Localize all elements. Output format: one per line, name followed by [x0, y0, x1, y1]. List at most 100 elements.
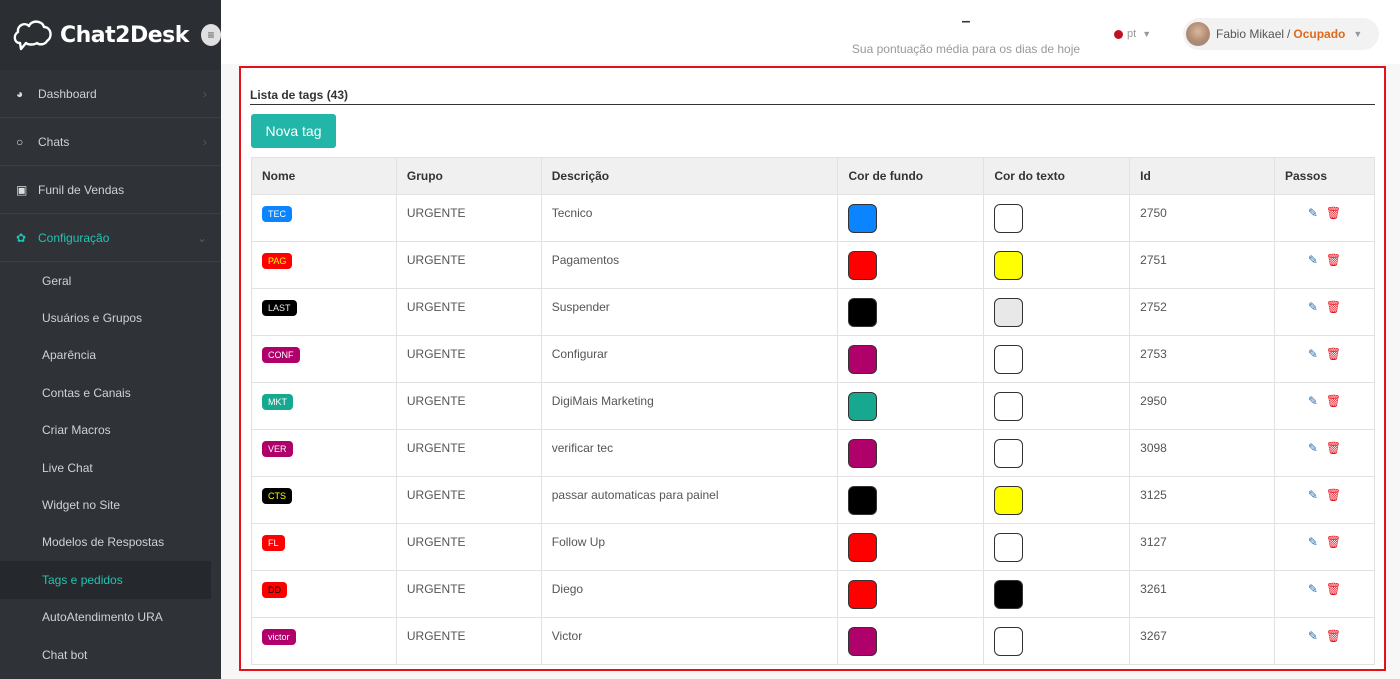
- trash-delete-icon[interactable]: 🗑: [1326, 206, 1341, 220]
- tag-badge[interactable]: FL: [262, 535, 285, 551]
- text-color-swatch[interactable]: [994, 580, 1024, 609]
- tag-name-cell: DD: [251, 570, 397, 618]
- nav-configuracao[interactable]: ✿ Configuração ⌄: [0, 214, 221, 262]
- pencil-edit-icon[interactable]: ✎: [1308, 394, 1318, 408]
- background-color-swatch[interactable]: [848, 580, 878, 609]
- pencil-edit-icon[interactable]: ✎: [1308, 347, 1318, 361]
- user-name: Fabio Mikael: [1216, 27, 1285, 41]
- tag-name-cell: TEC: [251, 194, 397, 242]
- sub-item-live-chat[interactable]: Live Chat: [0, 449, 221, 486]
- tag-badge[interactable]: DD: [262, 582, 287, 598]
- text-color-swatch[interactable]: [994, 533, 1024, 562]
- sub-item-modelos-de-respostas[interactable]: Modelos de Respostas: [0, 524, 221, 561]
- id-cell: 3261: [1129, 570, 1275, 618]
- background-color-swatch[interactable]: [848, 486, 878, 515]
- text-color-swatch[interactable]: [994, 392, 1024, 421]
- trash-delete-icon[interactable]: 🗑: [1326, 629, 1341, 643]
- brand[interactable]: Chat2Desk ≡: [0, 0, 221, 70]
- pencil-edit-icon[interactable]: ✎: [1308, 488, 1318, 502]
- description-cell: Diego: [540, 570, 839, 618]
- trash-delete-icon[interactable]: 🗑: [1326, 394, 1341, 408]
- text-color-swatch[interactable]: [994, 486, 1024, 515]
- id-cell: 2752: [1129, 288, 1275, 336]
- text-color-swatch[interactable]: [994, 345, 1024, 374]
- text-color-swatch[interactable]: [994, 627, 1024, 656]
- new-tag-button[interactable]: Nova tag: [251, 114, 336, 148]
- trash-delete-icon[interactable]: 🗑: [1326, 582, 1341, 596]
- tag-badge[interactable]: CTS: [262, 488, 292, 504]
- pencil-edit-icon[interactable]: ✎: [1308, 535, 1318, 549]
- column-header[interactable]: Cor do texto: [983, 157, 1131, 195]
- text-color-swatch[interactable]: [994, 298, 1024, 327]
- column-header[interactable]: Grupo: [395, 157, 542, 195]
- pencil-edit-icon[interactable]: ✎: [1308, 441, 1318, 455]
- sub-item-aparencia[interactable]: Aparência: [0, 337, 221, 374]
- sub-item-contas-e-canais[interactable]: Contas e Canais: [0, 374, 221, 411]
- tag-badge[interactable]: victor: [262, 629, 296, 645]
- menu-toggle-icon[interactable]: ≡: [200, 24, 221, 46]
- nav-chats[interactable]: ○ Chats ›: [0, 118, 221, 166]
- sub-item-tags-e-pedidos[interactable]: Tags e pedidos: [0, 561, 211, 599]
- text-color-swatch[interactable]: [994, 439, 1024, 468]
- pencil-edit-icon[interactable]: ✎: [1308, 300, 1318, 314]
- user-menu[interactable]: Fabio Mikael / Ocupado ▼: [1183, 18, 1379, 50]
- group-cell: URGENTE: [395, 617, 542, 665]
- tag-badge[interactable]: LAST: [262, 300, 297, 316]
- background-color-swatch[interactable]: [848, 345, 878, 374]
- tag-name-cell: CONF: [251, 335, 397, 383]
- trash-delete-icon[interactable]: 🗑: [1326, 253, 1341, 267]
- trash-delete-icon[interactable]: 🗑: [1326, 535, 1341, 549]
- sub-item-widget-no-site[interactable]: Widget no Site: [0, 486, 221, 523]
- background-color-swatch[interactable]: [848, 251, 878, 280]
- caret-down-icon: ▼: [1353, 29, 1363, 39]
- tag-badge[interactable]: MKT: [262, 394, 293, 410]
- trash-delete-icon[interactable]: 🗑: [1326, 488, 1341, 502]
- background-color-swatch[interactable]: [848, 627, 878, 656]
- tag-badge[interactable]: CONF: [262, 347, 300, 363]
- group-cell: URGENTE: [395, 476, 542, 524]
- nav-funil-de-vendas[interactable]: ▣ Funil de Vendas: [0, 166, 221, 214]
- text-color-cell: [983, 382, 1131, 430]
- tag-badge[interactable]: TEC: [262, 206, 292, 222]
- trash-delete-icon[interactable]: 🗑: [1326, 441, 1341, 455]
- text-color-cell: [983, 241, 1131, 289]
- description-cell: DigiMais Marketing: [540, 382, 839, 430]
- table-row: PAG URGENTE Pagamentos 2751 ✎ 🗑: [251, 241, 1375, 289]
- tag-name-cell: MKT: [251, 382, 397, 430]
- pencil-edit-icon[interactable]: ✎: [1308, 582, 1318, 596]
- trash-delete-icon[interactable]: 🗑: [1326, 347, 1341, 361]
- nav-dashboard[interactable]: ◕ Dashboard ›: [0, 70, 221, 118]
- nav-label: Dashboard: [38, 86, 97, 101]
- tag-badge[interactable]: PAG: [262, 253, 293, 269]
- tag-badge[interactable]: VER: [262, 441, 293, 457]
- sub-item-autoatendimento-ura[interactable]: AutoAtendimento URA: [0, 599, 221, 636]
- pencil-edit-icon[interactable]: ✎: [1308, 253, 1318, 267]
- tag-name-cell: PAG: [251, 241, 397, 289]
- background-color-swatch[interactable]: [848, 439, 878, 468]
- pencil-edit-icon[interactable]: ✎: [1308, 206, 1318, 220]
- text-color-cell: [983, 523, 1131, 571]
- actions-cell: ✎ 🗑: [1274, 335, 1375, 383]
- column-header[interactable]: Cor de fundo: [837, 157, 985, 195]
- background-color-swatch[interactable]: [848, 392, 878, 421]
- column-header[interactable]: Id: [1129, 157, 1275, 195]
- bg-color-cell: [837, 570, 985, 618]
- language-selector[interactable]: pt ▼: [1114, 28, 1151, 40]
- actions-cell: ✎ 🗑: [1274, 476, 1375, 524]
- brand-name: Chat2Desk: [60, 22, 189, 48]
- sub-item-geral[interactable]: Geral: [0, 262, 221, 299]
- pencil-edit-icon[interactable]: ✎: [1308, 629, 1318, 643]
- sub-item-criar-macros[interactable]: Criar Macros: [0, 412, 221, 449]
- nav-label: Funil de Vendas: [38, 182, 125, 197]
- trash-delete-icon[interactable]: 🗑: [1326, 300, 1341, 314]
- group-cell: URGENTE: [395, 570, 542, 618]
- text-color-swatch[interactable]: [994, 251, 1024, 280]
- background-color-swatch[interactable]: [848, 204, 878, 233]
- column-header[interactable]: Nome: [251, 157, 397, 195]
- text-color-swatch[interactable]: [994, 204, 1024, 233]
- background-color-swatch[interactable]: [848, 298, 878, 327]
- column-header[interactable]: Descrição: [540, 157, 839, 195]
- sub-item-chat-bot[interactable]: Chat bot: [0, 636, 221, 673]
- sub-item-usuarios-e-grupos[interactable]: Usuários e Grupos: [0, 299, 221, 336]
- background-color-swatch[interactable]: [848, 533, 878, 562]
